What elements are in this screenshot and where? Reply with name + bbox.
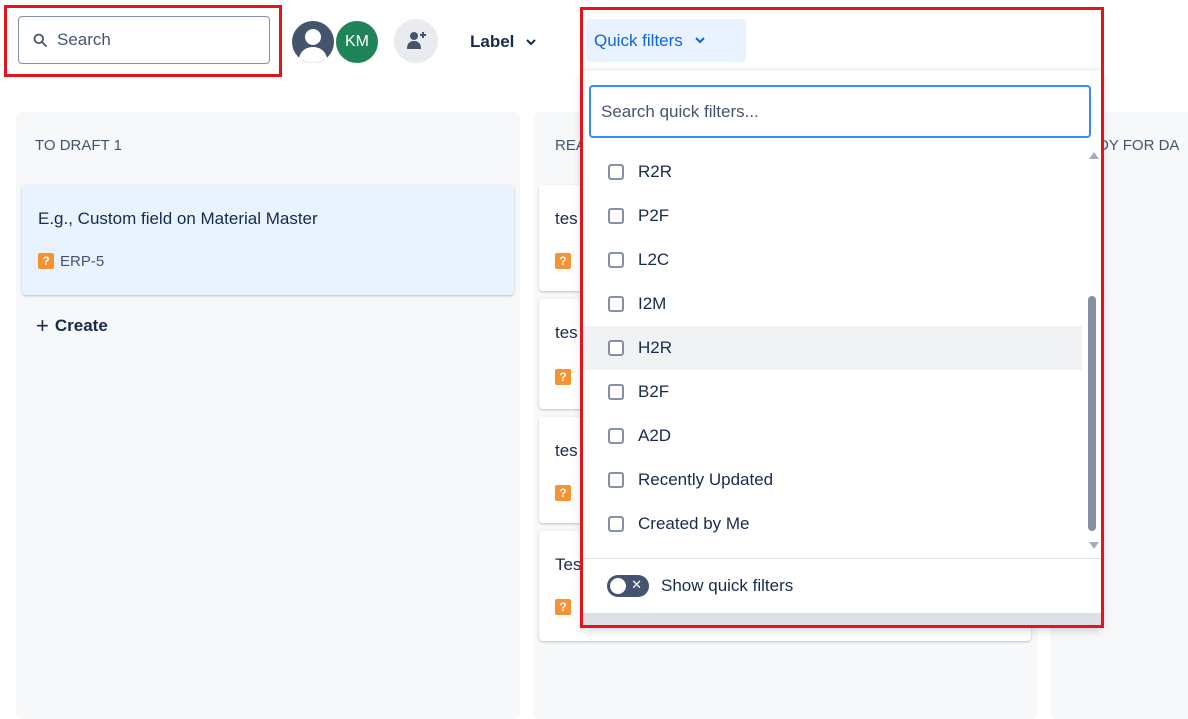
avatar-initials: KM [345,33,369,50]
user-icon [298,29,328,63]
column-title: DY FOR DA [1098,137,1180,154]
search-field[interactable] [18,16,270,64]
question-issue-icon: ? [555,485,571,501]
card-title: E.g., Custom field on Material Master [38,209,318,228]
column-title: TO DRAFT 1 [35,137,122,154]
issue-key[interactable]: ERP-5 [60,253,104,270]
question-issue-icon: ? [38,253,54,269]
question-issue-icon: ? [555,599,571,615]
question-issue-icon: ? [555,369,571,385]
board-column: TO DRAFT 1 E.g., Custom field on Materia… [16,112,520,719]
add-user-icon [407,32,426,49]
create-button[interactable]: + Create [36,315,108,337]
avatar-km[interactable]: KM [334,19,380,65]
avatar-unassigned[interactable] [290,19,336,65]
add-people-button[interactable] [394,19,438,63]
plus-icon: + [36,313,49,338]
label-filter-text: Label [470,32,515,51]
chevron-down-icon [526,38,537,45]
quick-filters-highlight-box [580,7,1104,628]
question-issue-icon: ? [555,253,571,269]
issue-card[interactable]: E.g., Custom field on Material Master ? … [22,185,514,295]
label-filter-button[interactable]: Label [460,22,546,62]
search-input[interactable] [57,30,247,50]
create-label: Create [54,316,108,335]
search-icon [33,33,47,47]
